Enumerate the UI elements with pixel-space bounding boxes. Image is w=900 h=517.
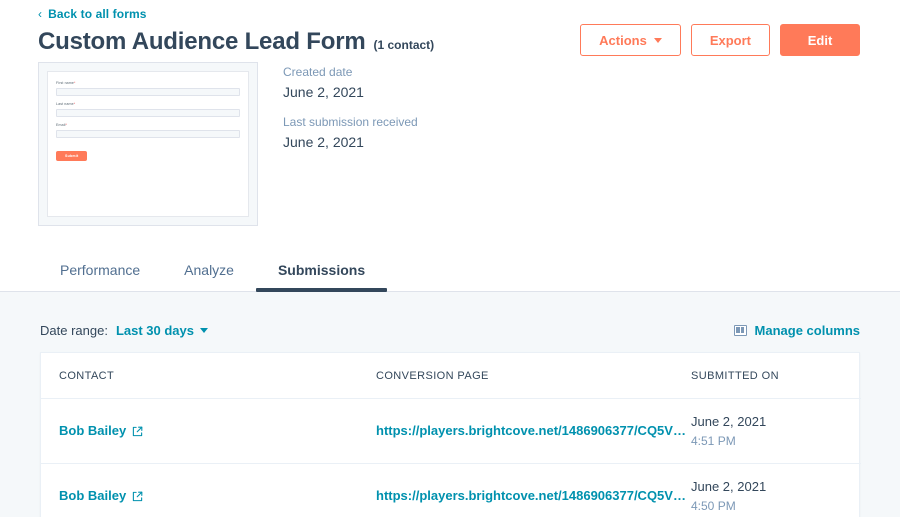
external-link-icon[interactable] xyxy=(132,490,143,501)
submissions-table-card: CONTACT CONVERSION PAGE SUBMITTED ON Bob… xyxy=(40,352,860,517)
cell-conversion-page: https://players.brightcove.net/148690637… xyxy=(376,398,691,463)
last-submission-value: June 2, 2021 xyxy=(283,132,418,152)
manage-columns-button[interactable]: Manage columns xyxy=(734,323,860,338)
submitted-time: 4:50 PM xyxy=(691,498,861,514)
table-row[interactable]: Bob Bailey xyxy=(41,398,861,463)
submissions-panel: Date range: Last 30 days Manage columns … xyxy=(0,292,900,517)
conversion-page-link[interactable]: https://players.brightcove.net/148690637… xyxy=(376,423,691,438)
form-details-page: ‹ Back to all forms Custom Audience Lead… xyxy=(0,0,900,517)
form-field-label: Email* xyxy=(56,123,240,128)
cell-conversion-page: https://players.brightcove.net/148690637… xyxy=(376,463,691,517)
form-preview-canvas: First name* Last name* Email* Submit xyxy=(47,71,249,217)
tab-submissions[interactable]: Submissions xyxy=(256,262,387,292)
form-field-email: Email* xyxy=(56,123,240,138)
contact-link[interactable]: Bob Bailey xyxy=(59,423,126,438)
back-link-label: Back to all forms xyxy=(48,7,146,21)
date-range-value-label: Last 30 days xyxy=(116,323,194,338)
edit-button-label: Edit xyxy=(808,33,833,48)
conversion-page-link[interactable]: https://players.brightcove.net/148690637… xyxy=(376,488,691,503)
form-field-label: First name* xyxy=(56,81,240,86)
created-date-label: Created date xyxy=(283,64,418,81)
form-field-first-name: First name* xyxy=(56,81,240,96)
page-header: ‹ Back to all forms Custom Audience Lead… xyxy=(0,0,900,292)
external-link-icon[interactable] xyxy=(132,425,143,436)
form-preview-thumbnail[interactable]: First name* Last name* Email* Submit xyxy=(38,62,258,226)
manage-columns-label: Manage columns xyxy=(755,323,860,338)
chevron-down-icon xyxy=(200,328,208,333)
contact-link[interactable]: Bob Bailey xyxy=(59,488,126,503)
form-metadata: Created date June 2, 2021 Last submissio… xyxy=(283,64,418,164)
tab-bar: Performance Analyze Submissions xyxy=(38,246,387,292)
column-header-conversion-page[interactable]: CONVERSION PAGE xyxy=(376,353,691,398)
table-body: Bob Bailey xyxy=(41,398,861,517)
header-actions: Actions Export Edit xyxy=(580,24,860,56)
column-header-contact[interactable]: CONTACT xyxy=(41,353,376,398)
date-range-dropdown[interactable]: Last 30 days xyxy=(116,323,208,338)
export-button-label: Export xyxy=(710,33,751,48)
table-row[interactable]: Bob Bailey xyxy=(41,463,861,517)
actions-button-label: Actions xyxy=(599,33,647,48)
date-range-filter: Date range: Last 30 days xyxy=(40,323,208,338)
cell-contact: Bob Bailey xyxy=(41,463,376,517)
actions-button[interactable]: Actions xyxy=(580,24,681,56)
chevron-down-icon xyxy=(654,38,662,43)
title-row: Custom Audience Lead Form (1 contact) xyxy=(38,28,434,56)
submitted-date: June 2, 2021 xyxy=(691,413,861,431)
page-title: Custom Audience Lead Form xyxy=(38,28,366,56)
submissions-toolbar: Date range: Last 30 days Manage columns xyxy=(40,320,860,340)
table-head: CONTACT CONVERSION PAGE SUBMITTED ON xyxy=(41,353,861,398)
date-range-label: Date range: xyxy=(40,323,108,338)
form-preview-submit-button: Submit xyxy=(56,151,87,161)
form-field-label: Last name* xyxy=(56,102,240,107)
edit-button[interactable]: Edit xyxy=(780,24,860,56)
cell-contact: Bob Bailey xyxy=(41,398,376,463)
export-button[interactable]: Export xyxy=(691,24,770,56)
form-field-input xyxy=(56,130,240,138)
column-header-submitted-on[interactable]: SUBMITTED ON xyxy=(691,353,861,398)
form-field-input xyxy=(56,109,240,117)
tab-performance[interactable]: Performance xyxy=(38,262,162,292)
submissions-table: CONTACT CONVERSION PAGE SUBMITTED ON Bob… xyxy=(41,353,861,517)
cell-submitted-on: June 2, 2021 4:51 PM xyxy=(691,398,861,463)
created-date-value: June 2, 2021 xyxy=(283,82,418,102)
form-field-input xyxy=(56,88,240,96)
submitted-date: June 2, 2021 xyxy=(691,478,861,496)
submitted-time: 4:51 PM xyxy=(691,433,861,449)
tab-analyze[interactable]: Analyze xyxy=(162,262,256,292)
cell-submitted-on: June 2, 2021 4:50 PM xyxy=(691,463,861,517)
chevron-left-icon: ‹ xyxy=(38,8,42,20)
form-field-last-name: Last name* xyxy=(56,102,240,117)
table-header-row: CONTACT CONVERSION PAGE SUBMITTED ON xyxy=(41,353,861,398)
last-submission-label: Last submission received xyxy=(283,114,418,131)
back-to-all-forms-link[interactable]: ‹ Back to all forms xyxy=(38,7,147,21)
columns-icon xyxy=(734,325,747,336)
created-date-block: Created date June 2, 2021 xyxy=(283,64,418,102)
last-submission-block: Last submission received June 2, 2021 xyxy=(283,114,418,152)
contact-count-badge: (1 contact) xyxy=(374,38,435,52)
